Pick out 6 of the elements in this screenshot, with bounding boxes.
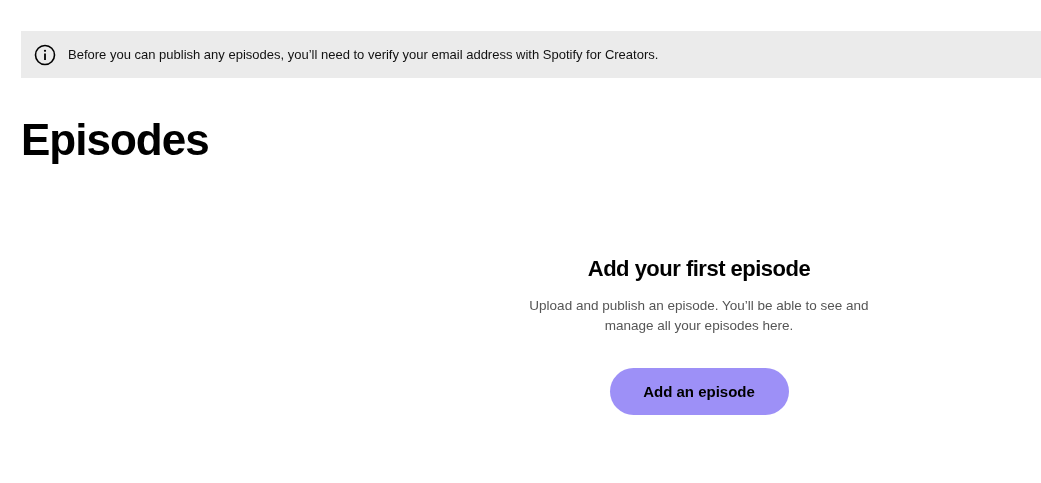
- info-icon: [34, 43, 56, 66]
- add-episode-button[interactable]: Add an episode: [609, 368, 789, 415]
- notice-text: Before you can publish any episodes, you’ll need to verify your email address with Spotify for Creators.: [68, 47, 659, 62]
- empty-state-description: Upload and publish an episode. You’ll be able to see and manage all your episodes here.: [529, 297, 869, 335]
- page-title: Episodes: [21, 114, 210, 166]
- empty-state-heading: Add your first episode: [587, 256, 811, 282]
